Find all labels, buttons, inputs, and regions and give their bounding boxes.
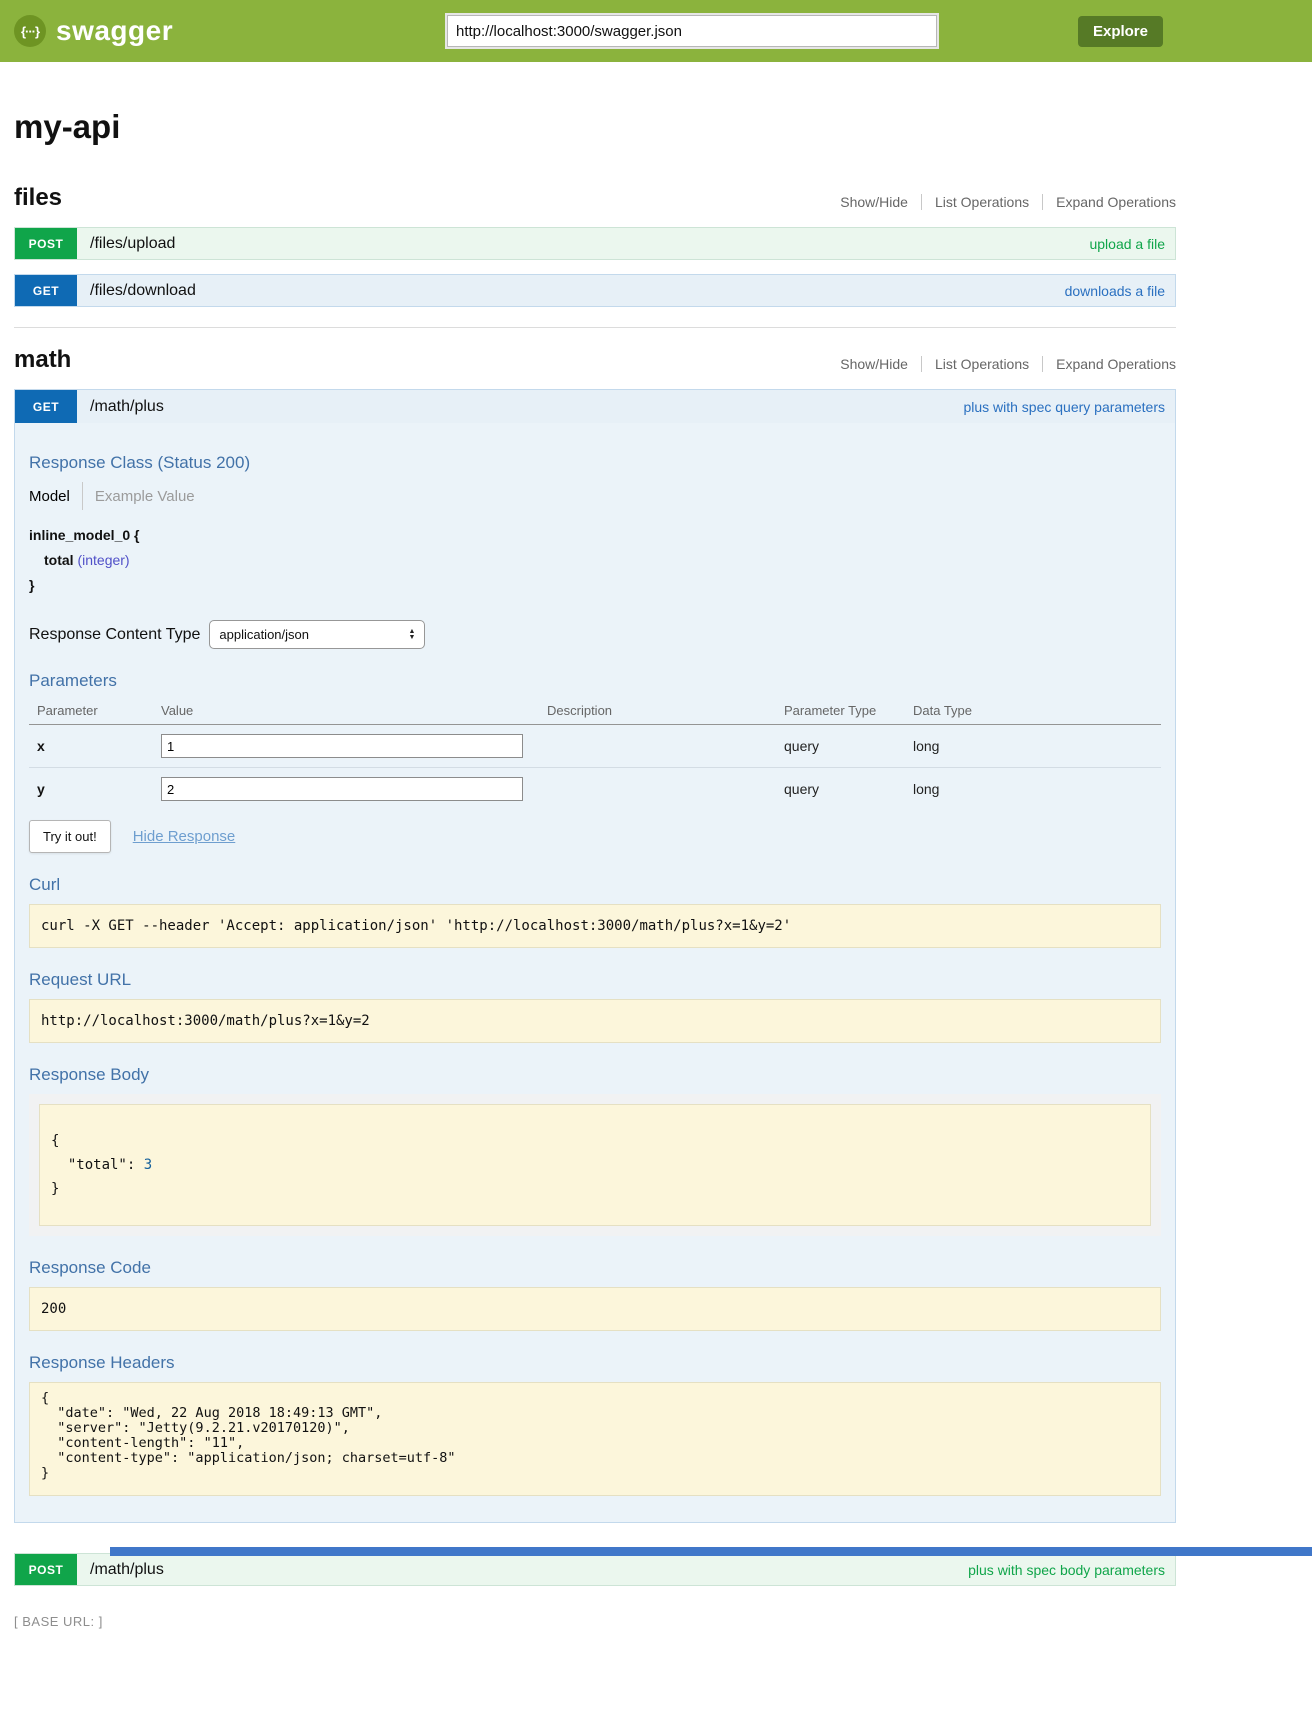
curl-command: curl -X GET --header 'Accept: applicatio… <box>29 904 1161 948</box>
try-it-out-button[interactable]: Try it out! <box>29 820 111 853</box>
expand-operations-link[interactable]: Expand Operations <box>1042 194 1176 210</box>
swagger-logo-icon: {···} <box>14 15 46 47</box>
column-header-description: Description <box>539 695 776 725</box>
math-section-title: math <box>14 346 71 374</box>
param-type: query <box>776 768 905 811</box>
files-section-title: files <box>14 184 62 212</box>
expand-operations-link[interactable]: Expand Operations <box>1042 356 1176 372</box>
files-section-header: files Show/Hide List Operations Expand O… <box>14 184 1176 212</box>
top-bar: {···} swagger Explore <box>0 0 1312 62</box>
list-operations-link[interactable]: List Operations <box>921 356 1029 372</box>
request-url-value: http://localhost:3000/math/plus?x=1&y=2 <box>29 999 1161 1043</box>
hide-response-link[interactable]: Hide Response <box>133 828 236 845</box>
param-x-input[interactable] <box>161 734 523 758</box>
param-type: query <box>776 725 905 768</box>
param-data-type: long <box>905 725 1161 768</box>
select-arrows-icon: ▲▼ <box>408 629 415 641</box>
operation-expanded-content: Response Class (Status 200) Model Exampl… <box>15 423 1175 1522</box>
response-body-container: { "total": 3} <box>29 1094 1161 1236</box>
operation-row-post-files-upload[interactable]: POST /files/upload upload a file <box>14 227 1176 260</box>
operation-row-get-files-download[interactable]: GET /files/download downloads a file <box>14 274 1176 307</box>
response-content-type-row: Response Content Type application/json ▲… <box>29 620 1161 649</box>
response-content-type-select[interactable]: application/json ▲▼ <box>209 620 425 649</box>
parameters-header-row: Parameter Value Description Parameter Ty… <box>29 695 1161 725</box>
section-controls: Show/Hide List Operations Expand Operati… <box>840 356 1176 374</box>
spec-url-input[interactable] <box>447 15 937 47</box>
param-name: x <box>29 725 153 768</box>
param-name: y <box>29 768 153 811</box>
param-description <box>539 768 776 811</box>
tab-example-value[interactable]: Example Value <box>95 488 195 505</box>
column-header-data-type: Data Type <box>905 695 1161 725</box>
curl-heading: Curl <box>29 875 1161 895</box>
operation-block-get-math-plus: GET /math/plus plus with spec query para… <box>14 389 1176 1523</box>
operation-row-post-math-plus[interactable]: POST /math/plus plus with spec body para… <box>14 1553 1176 1586</box>
model-close-line: } <box>29 573 1161 598</box>
section-controls: Show/Hide List Operations Expand Operati… <box>840 194 1176 212</box>
get-method-badge: GET <box>15 275 77 306</box>
model-property-type: (integer) <box>77 552 129 568</box>
explore-button[interactable]: Explore <box>1078 16 1163 47</box>
response-class-heading: Response Class (Status 200) <box>29 453 1161 473</box>
parameter-row-x: x query long <box>29 725 1161 768</box>
response-body-json: { "total": 3} <box>39 1104 1151 1226</box>
list-operations-link[interactable]: List Operations <box>921 194 1029 210</box>
operation-row-get-math-plus[interactable]: GET /math/plus plus with spec query para… <box>15 390 1175 423</box>
page-title: my-api <box>14 108 1176 146</box>
horizontal-scrollbar[interactable] <box>110 1547 1312 1556</box>
math-section-header: math Show/Hide List Operations Expand Op… <box>14 346 1176 374</box>
response-headers-heading: Response Headers <box>29 1353 1161 1373</box>
post-method-badge: POST <box>15 228 77 259</box>
brand-name: swagger <box>56 15 173 47</box>
response-code-heading: Response Code <box>29 1258 1161 1278</box>
response-code-value: 200 <box>29 1287 1161 1331</box>
get-method-badge: GET <box>15 390 77 423</box>
operation-summary-link[interactable]: plus with spec query parameters <box>963 399 1165 415</box>
model-open-line: inline_model_0 { <box>29 523 1161 548</box>
response-content-type-label: Response Content Type <box>29 626 200 644</box>
operation-path[interactable]: /files/upload <box>90 235 175 253</box>
param-data-type: long <box>905 768 1161 811</box>
operation-path[interactable]: /math/plus <box>90 1561 164 1579</box>
show-hide-link[interactable]: Show/Hide <box>840 194 908 210</box>
json-key: "total": <box>51 1157 144 1173</box>
request-url-heading: Request URL <box>29 970 1161 990</box>
tab-divider <box>82 482 83 510</box>
json-number-value: 3 <box>144 1157 152 1173</box>
parameter-row-y: y query long <box>29 768 1161 811</box>
operation-path[interactable]: /files/download <box>90 282 196 300</box>
tab-model[interactable]: Model <box>29 488 70 505</box>
operation-summary-link[interactable]: downloads a file <box>1065 283 1165 299</box>
operation-summary-link[interactable]: plus with spec body parameters <box>968 1562 1165 1578</box>
model-property-name: total <box>44 552 74 568</box>
json-close-brace: } <box>51 1177 1139 1201</box>
model-tabs: Model Example Value <box>29 481 1161 511</box>
response-headers-json: { "date": "Wed, 22 Aug 2018 18:49:13 GMT… <box>29 1382 1161 1496</box>
base-url-footer: [ BASE URL: ] <box>14 1614 1176 1629</box>
response-body-heading: Response Body <box>29 1065 1161 1085</box>
param-y-input[interactable] <box>161 777 523 801</box>
parameters-heading: Parameters <box>29 671 1161 691</box>
json-open-brace: { <box>51 1129 1139 1153</box>
show-hide-link[interactable]: Show/Hide <box>840 356 908 372</box>
model-property: total (integer) <box>29 548 1161 573</box>
column-header-parameter: Parameter <box>29 695 153 725</box>
model-signature: inline_model_0 { total (integer) } <box>29 523 1161 598</box>
param-description <box>539 725 776 768</box>
selected-content-type: application/json <box>219 627 309 642</box>
json-total-line: "total": 3 <box>51 1153 1139 1177</box>
column-header-value: Value <box>153 695 539 725</box>
column-header-parameter-type: Parameter Type <box>776 695 905 725</box>
section-divider <box>14 327 1176 328</box>
parameters-table: Parameter Value Description Parameter Ty… <box>29 695 1161 810</box>
post-method-badge: POST <box>15 1554 77 1585</box>
operation-path[interactable]: /math/plus <box>90 398 164 416</box>
operation-summary-link[interactable]: upload a file <box>1089 236 1165 252</box>
try-it-row: Try it out! Hide Response <box>29 820 1161 853</box>
